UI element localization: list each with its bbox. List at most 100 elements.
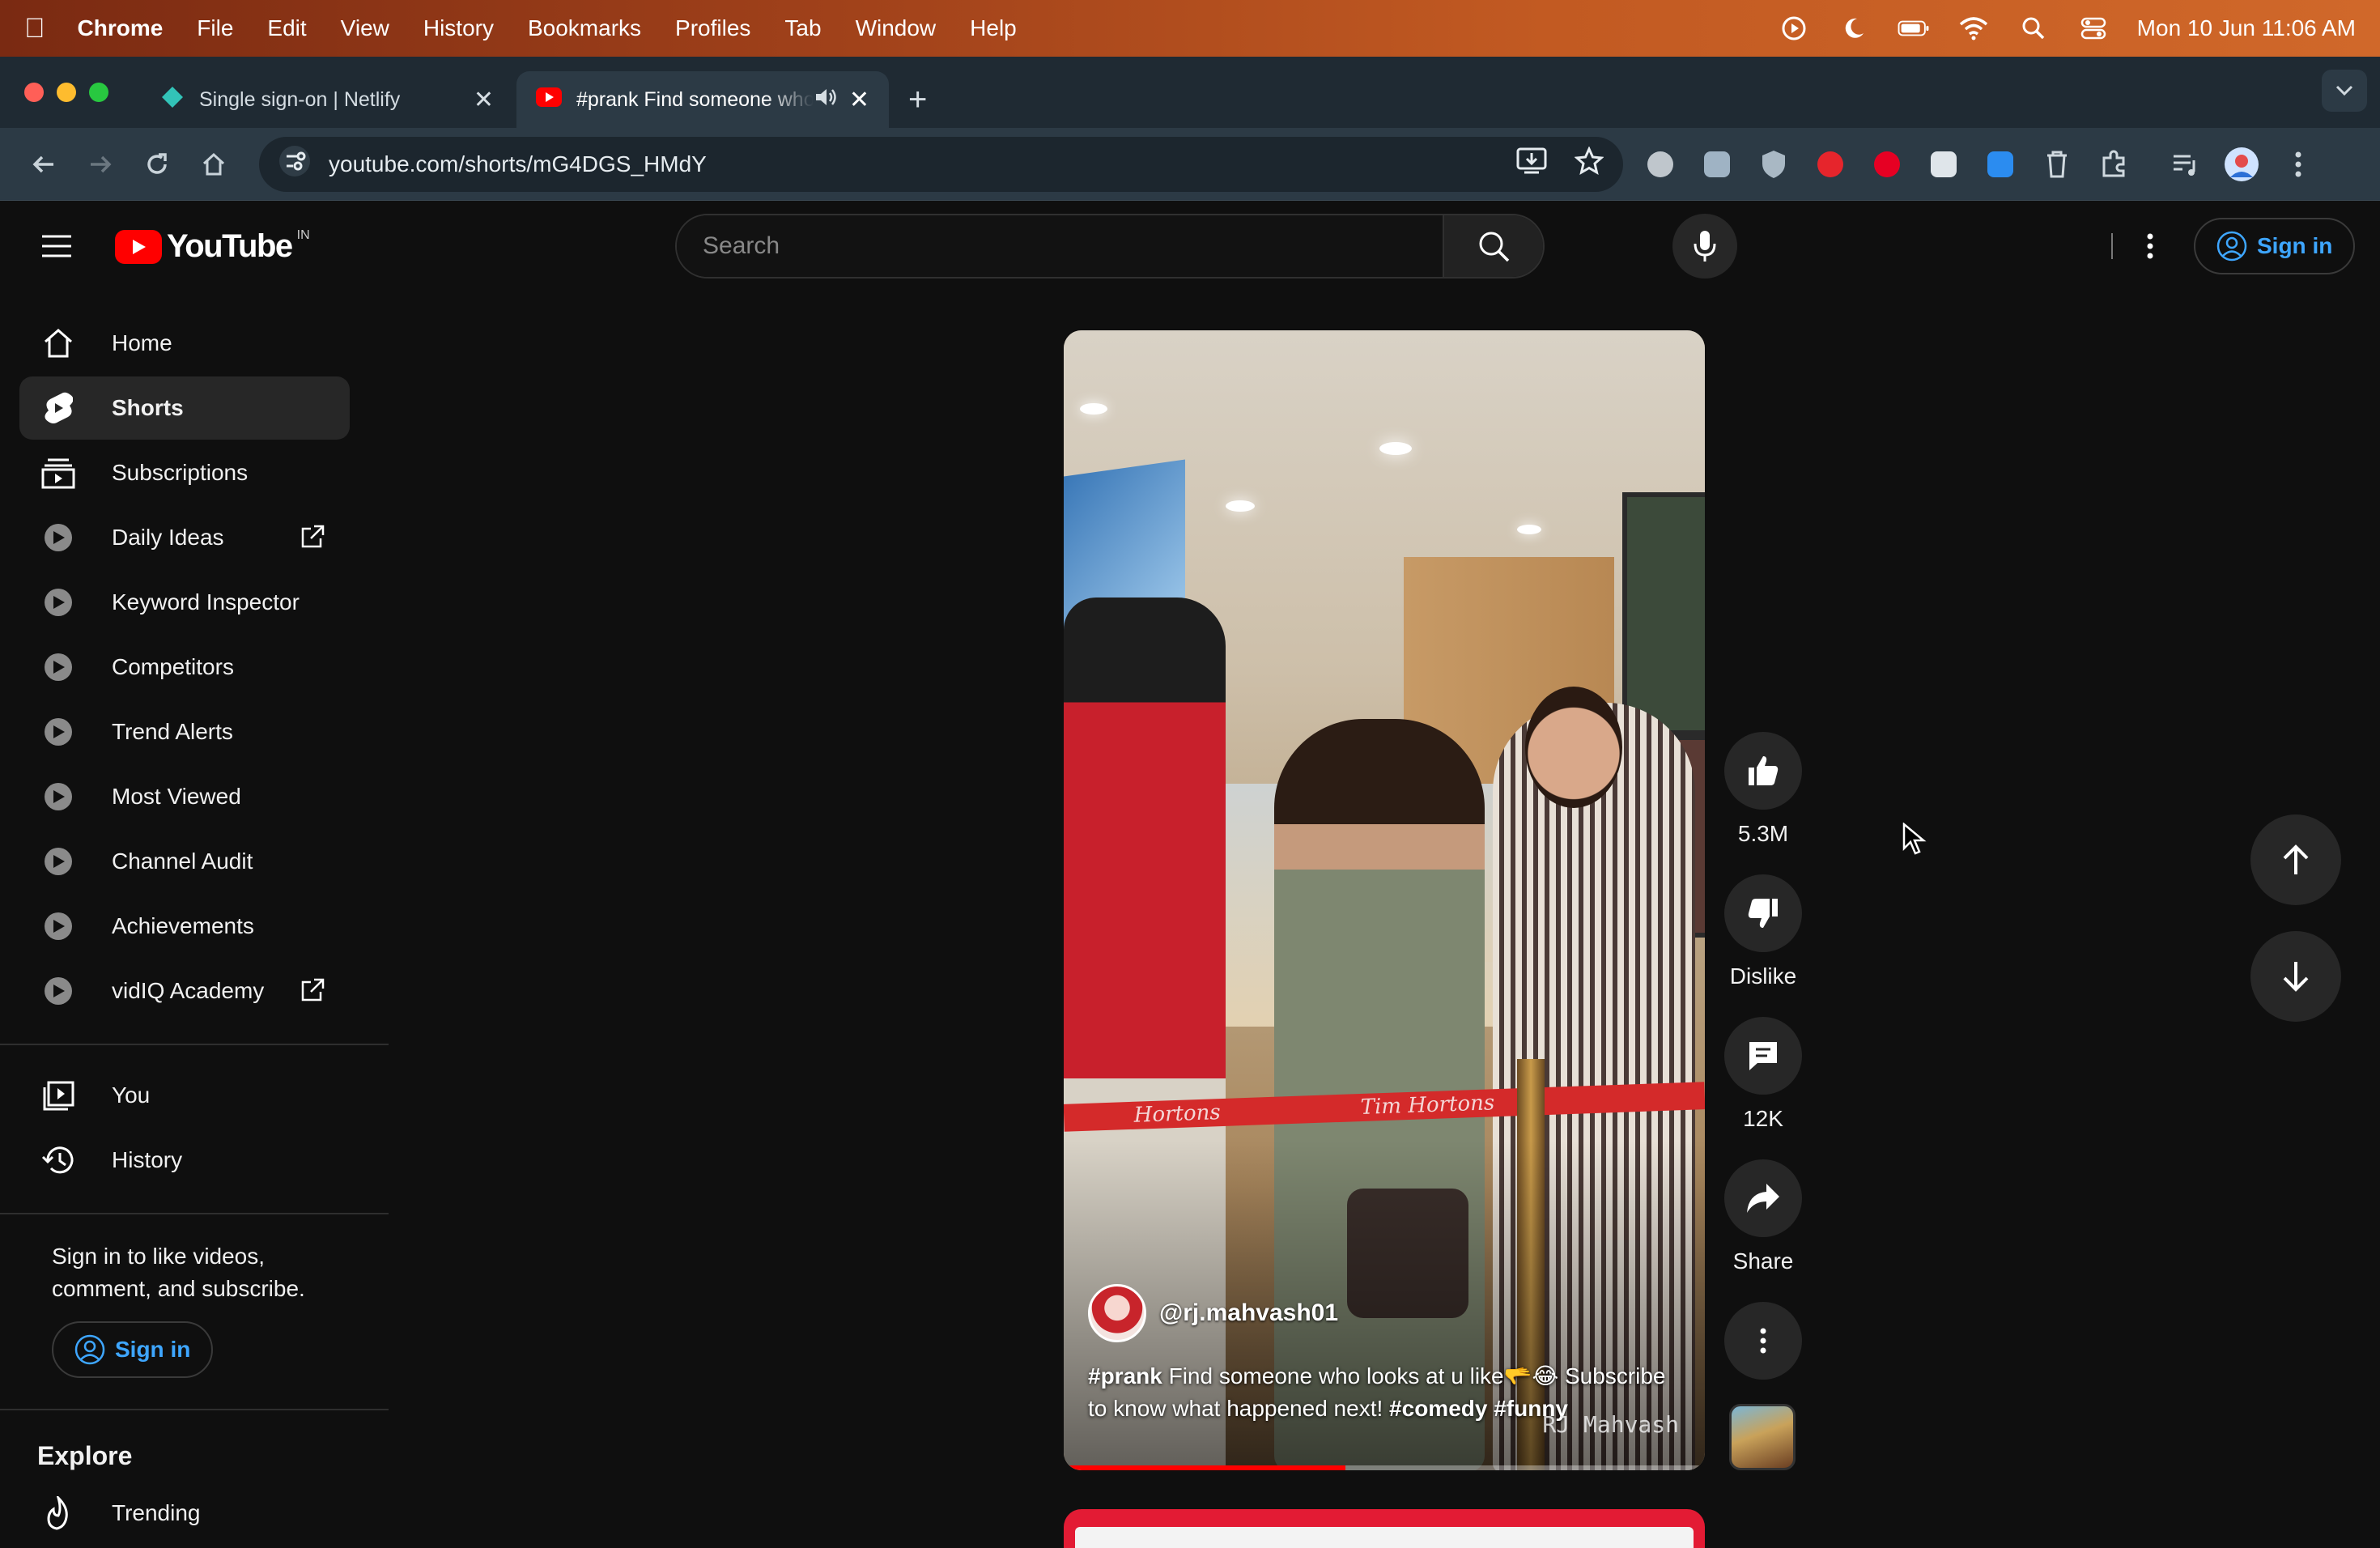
share-arrow-icon <box>1747 1184 1779 1213</box>
extension-shield-icon[interactable] <box>1754 145 1793 184</box>
reload-button[interactable] <box>133 140 181 189</box>
forward-button[interactable] <box>76 140 125 189</box>
sidebar-item-you[interactable]: You <box>19 1064 350 1127</box>
address-bar[interactable]: youtube.com/shorts/mG4DGS_HMdY <box>259 136 1623 192</box>
menu-edit[interactable]: Edit <box>267 15 306 41</box>
sidebar-item-most-viewed[interactable]: Most Viewed <box>19 765 350 828</box>
more-options-icon[interactable] <box>2127 223 2173 269</box>
search-input[interactable] <box>677 215 1443 277</box>
menu-tab[interactable]: Tab <box>784 15 821 41</box>
menu-app-name[interactable]: Chrome <box>78 15 164 41</box>
youtube-logo[interactable]: YouTube IN <box>115 228 310 265</box>
tab-youtube-short[interactable]: #prank Find someone who looks at u like … <box>516 71 889 128</box>
channel-avatar[interactable] <box>1088 1284 1146 1342</box>
sidebar-item-achievements[interactable]: Achievements <box>19 895 350 958</box>
media-play-icon[interactable] <box>1778 12 1810 45</box>
browser-tab-strip: Single sign-on | Netlify ✕ #prank Find s… <box>0 57 2380 128</box>
share-button[interactable] <box>1724 1159 1802 1237</box>
extensions-puzzle-icon[interactable] <box>2094 145 2133 184</box>
speaker-icon[interactable] <box>814 87 838 113</box>
menu-bookmarks[interactable]: Bookmarks <box>528 15 641 41</box>
sidebar-item-label: Home <box>112 330 172 355</box>
youtube-icon <box>536 87 562 113</box>
menu-history[interactable]: History <box>423 15 494 41</box>
tab-netlify[interactable]: Single sign-on | Netlify ✕ <box>141 71 513 128</box>
comments-button[interactable] <box>1724 1017 1802 1095</box>
sidebar-item-label: Subscriptions <box>112 460 249 485</box>
menu-view[interactable]: View <box>341 15 389 41</box>
minimize-window-button[interactable] <box>57 83 76 102</box>
menubar-clock[interactable]: Mon 10 Jun 11:06 AM <box>2137 15 2356 41</box>
pinterest-icon[interactable] <box>1868 145 1906 184</box>
menu-profiles[interactable]: Profiles <box>675 15 750 41</box>
menu-window[interactable]: Window <box>856 15 937 41</box>
sidebar-item-trending[interactable]: Trending <box>19 1482 350 1545</box>
extension-grey-icon[interactable] <box>1641 145 1680 184</box>
next-short-preview[interactable] <box>1064 1509 1705 1548</box>
battery-icon[interactable] <box>1898 12 1930 45</box>
hamburger-menu-icon[interactable] <box>40 230 73 262</box>
apple-icon[interactable]:  <box>24 13 45 45</box>
shorts-video-player[interactable]: Hortons Tim Hortons @rj.mahvash01 #prank… <box>1064 330 1705 1470</box>
extension-screenshot-icon[interactable] <box>1698 145 1736 184</box>
arrow-right-icon <box>91 155 112 172</box>
sidebar-item-subscriptions[interactable]: Subscriptions <box>19 441 350 504</box>
profile-avatar[interactable] <box>2222 145 2261 184</box>
dislike-button[interactable] <box>1724 874 1802 952</box>
moon-icon[interactable] <box>1838 12 1870 45</box>
sidebar-item-channel-audit[interactable]: Channel Audit <box>19 830 350 893</box>
maximize-window-button[interactable] <box>89 83 108 102</box>
close-tab-icon[interactable]: ✕ <box>474 86 494 114</box>
url-text: youtube.com/shorts/mG4DGS_HMdY <box>329 151 707 176</box>
next-short-button[interactable] <box>2250 931 2341 1022</box>
back-button[interactable] <box>19 140 68 189</box>
tab-search-button[interactable] <box>2322 70 2367 112</box>
vidiq-icon[interactable] <box>1981 145 2020 184</box>
spotlight-search-icon[interactable] <box>2017 12 2050 45</box>
sign-in-prompt: Sign in to like videos, comment, and sub… <box>52 1244 305 1301</box>
sidebar-sign-in-button[interactable]: Sign in <box>52 1321 214 1378</box>
shorts-icon <box>40 390 76 426</box>
install-app-icon[interactable] <box>1516 147 1547 181</box>
sidebar-item-trend-alerts[interactable]: Trend Alerts <box>19 700 350 763</box>
hashtags-end[interactable]: #comedy #funny <box>1389 1396 1568 1421</box>
previous-short-button[interactable] <box>2250 814 2341 905</box>
sidebar-item-competitors[interactable]: Competitors <box>19 636 350 699</box>
menu-file[interactable]: File <box>197 15 233 41</box>
wifi-icon[interactable] <box>1957 12 1990 45</box>
media-controls-icon[interactable] <box>2165 145 2204 184</box>
sign-in-button[interactable]: Sign in <box>2194 218 2356 274</box>
menu-help[interactable]: Help <box>970 15 1017 41</box>
more-actions-button[interactable] <box>1724 1302 1802 1380</box>
extension-trash-icon[interactable] <box>2038 145 2076 184</box>
sidebar-item-shorts[interactable]: Shorts <box>19 376 350 440</box>
extension-window-icon[interactable] <box>1924 145 1963 184</box>
close-window-button[interactable] <box>24 83 44 102</box>
close-tab-icon[interactable]: ✕ <box>849 86 869 114</box>
channel-name-link[interactable]: @rj.mahvash01 <box>1159 1299 1338 1327</box>
barrier-text: Tim Hortons <box>1360 1091 1495 1121</box>
browser-menu-icon[interactable] <box>2279 145 2318 184</box>
sidebar-item-vidiq-academy[interactable]: vidIQ Academy <box>19 959 350 1023</box>
sidebar-item-history[interactable]: History <box>19 1129 350 1192</box>
voice-search-button[interactable] <box>1672 214 1737 279</box>
new-tab-button[interactable]: + <box>908 71 927 128</box>
search-button[interactable] <box>1443 215 1543 277</box>
window-controls <box>24 57 108 128</box>
hashtag-prank[interactable]: #prank <box>1088 1363 1162 1389</box>
sound-thumbnail[interactable] <box>1729 1404 1796 1470</box>
sidebar-item-home[interactable]: Home <box>19 312 350 375</box>
home-button[interactable] <box>189 140 238 189</box>
like-button[interactable] <box>1724 732 1802 810</box>
bookmark-star-icon[interactable] <box>1574 146 1604 181</box>
sidebar-item-label: Channel Audit <box>112 848 253 874</box>
sidebar-item-daily-ideas[interactable]: Daily Ideas <box>19 506 350 569</box>
site-settings-icon[interactable] <box>278 145 311 183</box>
youtube-play-logo-icon <box>115 229 162 264</box>
control-center-icon[interactable] <box>2077 12 2110 45</box>
sidebar-item-keyword-inspector[interactable]: Keyword Inspector <box>19 571 350 634</box>
country-code: IN <box>296 228 310 242</box>
video-progress-bar[interactable] <box>1064 1465 1705 1470</box>
arrow-down-icon <box>2283 962 2309 992</box>
extension-red-hand-icon[interactable] <box>1811 145 1850 184</box>
